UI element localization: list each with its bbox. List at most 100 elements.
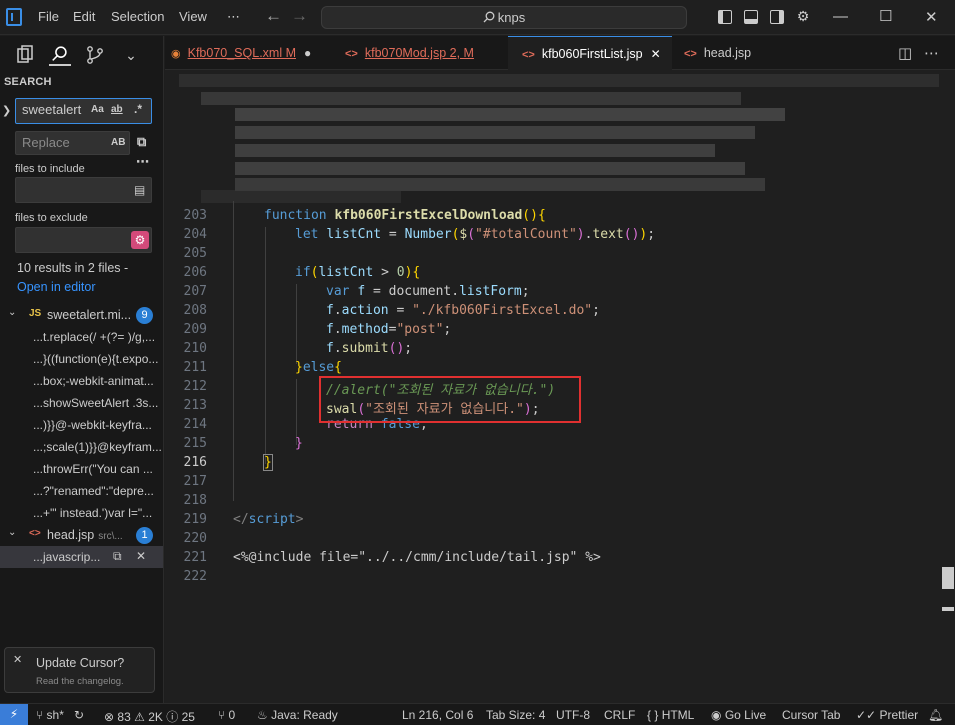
sync-icon[interactable]: ↻ (74, 708, 84, 722)
toggle-panel-icon[interactable] (744, 10, 758, 24)
search-match[interactable]: ...;scale(1)}}@keyfram... (0, 436, 163, 458)
line-number: 208 (183, 303, 207, 318)
match-case-toggle[interactable]: Aa (91, 104, 104, 115)
search-match[interactable]: ...)}}@-webkit-keyfra... (0, 414, 163, 436)
scrollbar-thumb[interactable] (942, 567, 954, 589)
replace-toggle-chevron-icon[interactable]: ❯ (2, 104, 11, 117)
search-match[interactable]: ...throwErr("You can ... (0, 458, 163, 480)
line-number: 221 (183, 550, 207, 565)
menu-file[interactable]: File (38, 9, 59, 24)
html-file-icon: <> (684, 48, 697, 60)
more-actions-icon[interactable]: ⋯ (924, 44, 939, 62)
preserve-case-toggle[interactable]: AB (111, 137, 125, 148)
close-window-icon[interactable]: ✕ (925, 8, 938, 26)
remote-icon[interactable]: ⚡ (0, 704, 28, 725)
result-file-head[interactable]: ⌄ <> head.jsp src\... 1 (0, 524, 163, 546)
unsaved-dot-icon[interactable]: ● (304, 46, 311, 60)
chevron-down-icon[interactable]: ⌄ (8, 307, 16, 318)
match-text: ...javascrip... (33, 550, 101, 564)
code-line: 210 f.submit(); (165, 341, 940, 360)
explorer-icon[interactable] (14, 44, 36, 66)
braces-icon: { } (647, 708, 662, 722)
code-line: 203 function kfb060FirstExcelDownload(){ (165, 208, 940, 227)
line-number: 215 (183, 436, 207, 451)
java-icon: ♨ (257, 708, 272, 722)
gear-icon[interactable]: ⚙ (794, 7, 812, 25)
branch-icon: ⑂ (36, 708, 47, 722)
line-ending[interactable]: CRLF (604, 708, 635, 722)
search-input-value: sweetalert (22, 102, 82, 117)
back-arrow-icon[interactable]: ← (265, 6, 282, 26)
search-match[interactable]: ...t.replace(/ +(?= )/g,... (0, 326, 163, 348)
chevron-down-icon[interactable]: ⌄ (8, 527, 16, 538)
tab-size[interactable]: Tab Size: 4 (486, 708, 545, 722)
regex-toggle[interactable]: .* (134, 102, 142, 116)
split-editor-icon[interactable]: ◫ (898, 44, 912, 62)
toggle-primary-sidebar-icon[interactable] (718, 10, 732, 24)
search-match[interactable]: ...}((function(e){t.expo... (0, 348, 163, 370)
close-icon[interactable]: ✕ (13, 653, 22, 666)
error-icon: ⊗ (104, 710, 118, 724)
result-file-path: src\... (98, 531, 123, 542)
go-live-button[interactable]: ◉ Go Live (711, 708, 766, 722)
search-match[interactable]: ...box;-webkit-animat... (0, 370, 163, 392)
menu-view[interactable]: View (179, 9, 207, 24)
java-status[interactable]: ♨ Java: Ready (257, 708, 338, 722)
cursor-tab-button[interactable]: Cursor Tab (782, 708, 840, 722)
line-number: 219 (183, 512, 207, 527)
prettier-button[interactable]: ✓✓ Prettier (856, 708, 918, 722)
update-subtitle: Read the changelog. (36, 676, 124, 687)
close-tab-icon[interactable]: ✕ (651, 47, 661, 61)
search-match[interactable]: ...showSweetAlert .3s... (0, 392, 163, 414)
cursor-position[interactable]: Ln 216, Col 6 (402, 708, 473, 722)
files-to-include-label: files to include (15, 163, 85, 175)
branch-indicator[interactable]: ⑂ sh* (36, 708, 64, 722)
source-control-icon[interactable] (84, 44, 106, 66)
search-match[interactable]: ...javascrip... ⧉ ✕ (0, 546, 163, 568)
menu-more[interactable]: ⋯ (227, 9, 240, 25)
replace-icon[interactable]: ⧉ (113, 549, 122, 564)
tab-kfb070-sql[interactable]: ◉ Kfb070_SQL.xml M ● (171, 36, 333, 70)
language-mode[interactable]: { } HTML (647, 708, 694, 722)
code-line: 205 (165, 246, 940, 265)
forward-arrow-icon[interactable]: → (291, 6, 308, 26)
go-live-label: Go Live (724, 708, 767, 722)
maximize-icon[interactable]: ☐ (879, 7, 892, 25)
whole-word-toggle[interactable]: ab (111, 104, 123, 115)
result-count-badge: 9 (136, 307, 153, 324)
minimize-icon[interactable]: — (833, 8, 848, 25)
tab-kfb060firstlist[interactable]: <> kfb060FirstList.jsp ✕ (508, 36, 672, 70)
more-options-icon[interactable]: ⋯ (136, 154, 149, 170)
line-number: 211 (183, 360, 207, 375)
open-in-editor-link[interactable]: Open in editor (17, 280, 96, 294)
dismiss-icon[interactable]: ✕ (136, 549, 146, 563)
command-center-search[interactable]: knps (321, 6, 687, 29)
notifications-bell-icon[interactable]: 🔔︎ (928, 708, 943, 722)
ports-indicator[interactable]: ⑂ 0 (218, 708, 235, 722)
encoding[interactable]: UTF-8 (556, 708, 590, 722)
tab-kfb070mod[interactable]: <> kfb070Mod.jsp 2, M (345, 36, 503, 70)
search-match[interactable]: ...?"renamed":"depre... (0, 480, 163, 502)
menu-edit[interactable]: Edit (73, 9, 95, 24)
html-file-icon: <> (345, 48, 358, 60)
tab-head-jsp[interactable]: <> head.jsp (684, 36, 774, 70)
toggle-secondary-sidebar-icon[interactable] (770, 10, 784, 24)
menu-selection[interactable]: Selection (111, 9, 164, 24)
match-text: ...box;-webkit-animat... (33, 374, 154, 388)
problems-indicator[interactable]: ⊗ 83 ⚠ 2K ⓘ 25 (104, 708, 195, 725)
replace-all-icon[interactable]: ⧉ (137, 134, 146, 150)
update-notification[interactable]: ✕ Update Cursor? Read the changelog. (4, 647, 155, 693)
result-file-sweetalert[interactable]: ⌄ JS sweetalert.mi... 9 (0, 304, 163, 326)
search-view-icon[interactable] (49, 44, 71, 66)
search-input[interactable]: sweetalert (15, 98, 152, 124)
files-to-include-input[interactable] (15, 177, 152, 203)
code-editor[interactable]: 203 function kfb060FirstExcelDownload(){ … (165, 70, 955, 703)
editor-tabs: ◉ Kfb070_SQL.xml M ● <> kfb070Mod.jsp 2, M … (165, 36, 955, 70)
chevron-down-icon[interactable]: ⌄ (120, 44, 142, 66)
code-line: 219 </script> (165, 512, 940, 531)
use-exclude-settings-icon[interactable]: ⚙ (131, 231, 149, 249)
broadcast-icon: ◉ (711, 708, 725, 722)
open-editors-only-icon[interactable]: ▤ (134, 183, 145, 197)
line-number: 216 (183, 455, 207, 470)
search-match[interactable]: ...+'" instead.')var l="... (0, 502, 163, 524)
